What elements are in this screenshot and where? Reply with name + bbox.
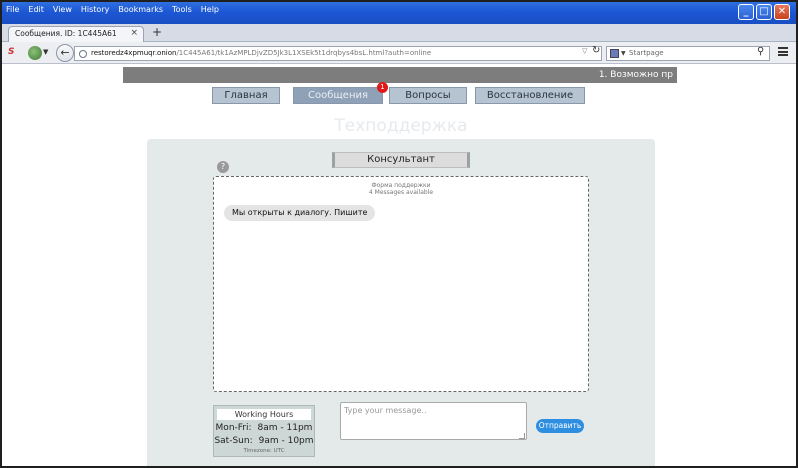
url-dropdown-icon[interactable]: ▽ [582, 47, 587, 55]
send-button[interactable]: Отправить [536, 419, 584, 433]
close-tab-icon[interactable]: × [130, 28, 138, 38]
tor-onion-icon[interactable] [28, 46, 42, 60]
hamburger-menu-icon[interactable] [778, 47, 788, 56]
url-bar[interactable]: restoredz4xpmuqr.onion/1C445A61/tk1AzMPL… [74, 46, 602, 61]
working-hours-title: Working Hours [217, 409, 311, 420]
window-controls: _ □ ✕ [738, 4, 790, 20]
menu-bookmarks[interactable]: Bookmarks [118, 5, 163, 14]
minimize-button[interactable]: _ [738, 4, 754, 20]
page-title: Техподдержка [334, 116, 468, 136]
search-bar[interactable]: ▼ Startpage [606, 46, 770, 61]
globe-icon [79, 50, 87, 58]
chevron-down-icon[interactable]: ▼ [43, 48, 48, 56]
tab-title: Сообщения. ID: 1C445A61 [15, 29, 117, 38]
working-hours-box: Working Hours Mon-Fri: 8am - 11pm Sat-Sun… [213, 405, 315, 457]
nav-restore-button[interactable]: Восстановление [475, 87, 585, 104]
form-title: Форма поддержки [371, 182, 431, 189]
message-input[interactable] [340, 402, 527, 440]
page-content: 1. Возможно пр Главная Сообщения 1 Вопро… [2, 65, 796, 466]
reload-icon[interactable]: ↻ [592, 45, 600, 56]
timezone-label: Timezone: UTC [243, 448, 285, 454]
menu-history[interactable]: History [81, 5, 109, 14]
resize-handle-icon[interactable] [519, 433, 525, 439]
menu-edit[interactable]: Edit [28, 5, 44, 14]
weekday-label: Mon-Fri: [215, 423, 252, 433]
nav-messages-button[interactable]: Сообщения 1 [293, 82, 388, 104]
news-ticker: 1. Возможно пр [123, 67, 677, 83]
menu-tools[interactable]: Tools [172, 5, 192, 14]
search-placeholder: Startpage [629, 49, 664, 57]
navigation-toolbar: S ▼ ← restoredz4xpmuqr.onion/1C445A61/tk… [2, 42, 796, 64]
new-tab-button[interactable]: + [150, 26, 164, 40]
notification-badge: 1 [377, 82, 388, 93]
search-engine-icon[interactable] [610, 49, 619, 58]
messages-count: 4 Messages available [368, 189, 434, 196]
maximize-button[interactable]: □ [756, 4, 772, 20]
consultant-header: Консультант [332, 152, 470, 168]
url-host: restoredz4xpmuqr.onion [91, 49, 177, 57]
chat-message: Мы открыты к диалогу. Пишите [224, 205, 376, 221]
nav-questions-button[interactable]: Вопросы [389, 87, 467, 104]
url-path: /1C445A61/tk1AzMPLDjvZD5Jk3L1XSEk5t1drqb… [176, 49, 432, 57]
chat-window[interactable]: Форма поддержки 4 Messages available Мы … [213, 176, 589, 392]
title-bar: File Edit View History Bookmarks Tools H… [2, 2, 796, 24]
close-window-button[interactable]: ✕ [774, 4, 790, 20]
nav-messages-label: Сообщения [307, 90, 368, 101]
support-panel: Консультант ? Форма поддержки 4 Messages… [147, 139, 655, 466]
weekday-hours: 8am - 11pm [257, 423, 313, 433]
noscript-icon[interactable]: S [8, 47, 14, 57]
nav-home-button[interactable]: Главная [212, 87, 280, 104]
help-icon[interactable]: ? [217, 161, 229, 173]
weekday-hours-row: Mon-Fri: 8am - 11pm [214, 423, 314, 433]
menu-view[interactable]: View [53, 5, 72, 14]
weekend-hours-row: Sat-Sun: 9am - 10pm [214, 436, 314, 446]
weekend-label: Sat-Sun: [214, 436, 253, 446]
browser-tab[interactable]: Сообщения. ID: 1C445A61 × [8, 26, 144, 42]
tab-strip: Сообщения. ID: 1C445A61 × + [2, 24, 796, 42]
menu-bar: File Edit View History Bookmarks Tools H… [6, 5, 219, 14]
menu-file[interactable]: File [6, 5, 19, 14]
search-icon[interactable]: ⚲ [757, 46, 764, 57]
back-button[interactable]: ← [56, 44, 74, 62]
weekend-hours: 9am - 10pm [258, 436, 314, 446]
menu-help[interactable]: Help [201, 5, 219, 14]
chevron-down-icon[interactable]: ▼ [621, 47, 626, 60]
browser-window: File Edit View History Bookmarks Tools H… [0, 0, 798, 468]
